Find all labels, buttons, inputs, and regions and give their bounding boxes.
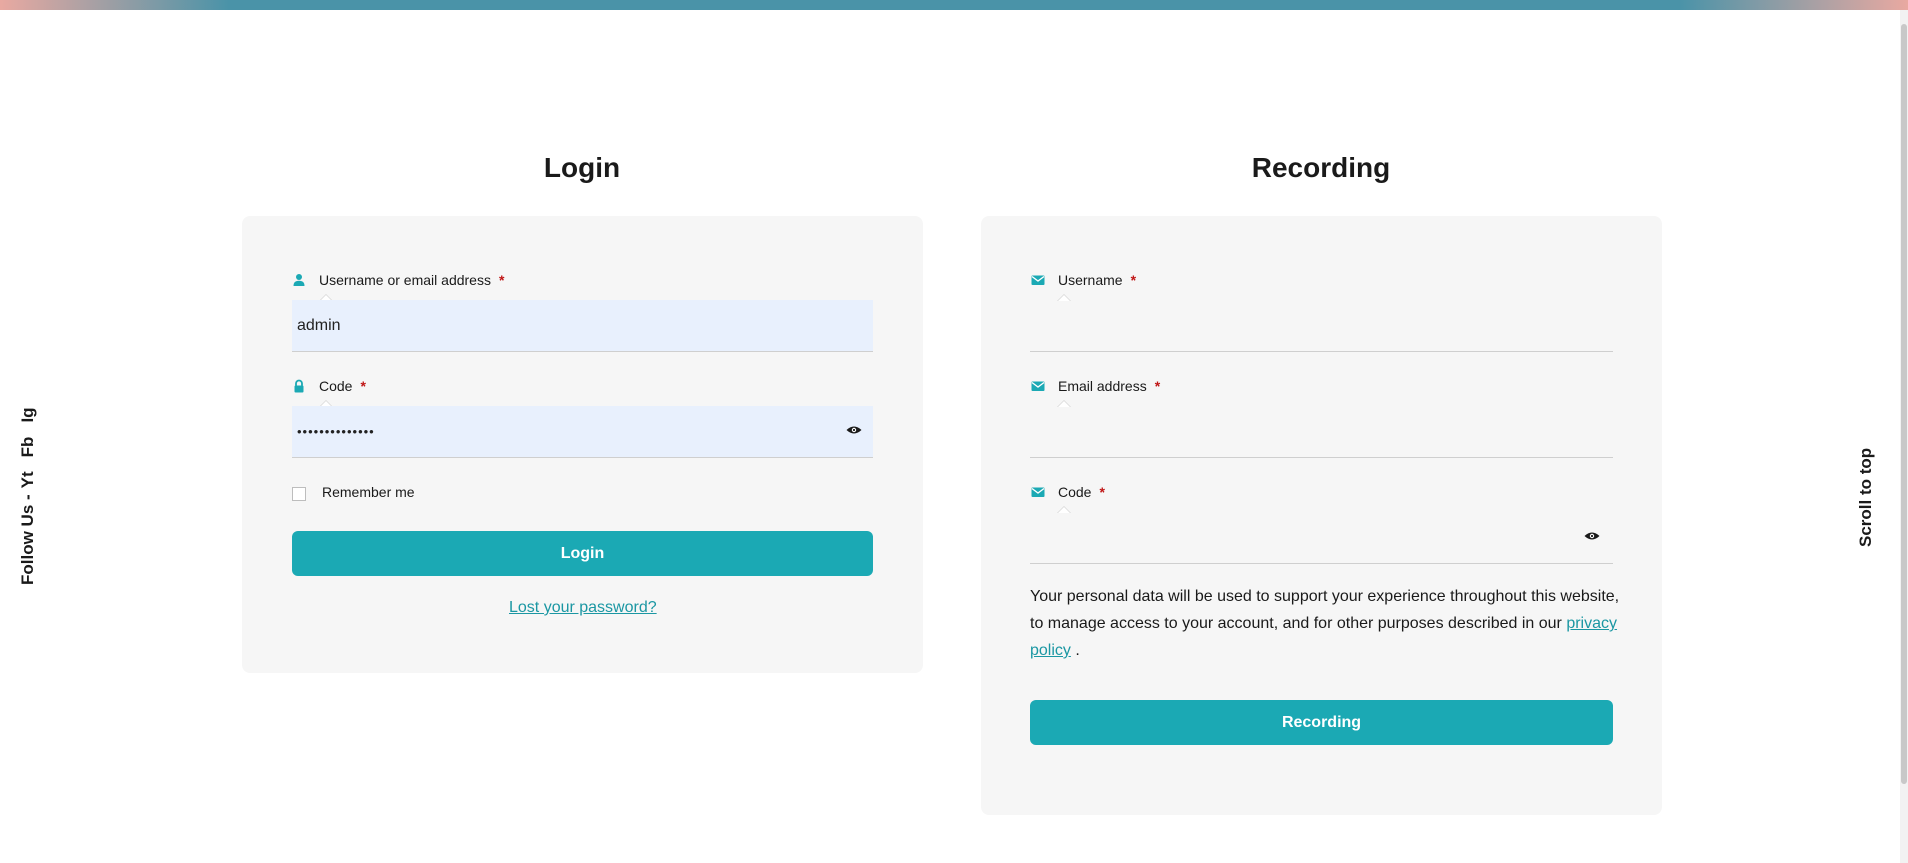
top-gradient-bar	[0, 0, 1908, 10]
scroll-to-top-button[interactable]: Scroll to top	[1852, 445, 1882, 555]
login-title: Login	[543, 152, 621, 183]
social-link-instagram[interactable]: Ig	[18, 407, 38, 422]
recording-password-label: Code *	[1031, 484, 1105, 500]
recording-password-input[interactable]	[1030, 512, 1613, 564]
privacy-text-end: .	[1075, 642, 1080, 659]
user-icon	[293, 274, 305, 286]
required-mark: *	[360, 378, 366, 394]
required-mark: *	[1154, 378, 1161, 394]
remember-me-checkbox[interactable]	[292, 487, 306, 501]
recording-email-input[interactable]	[1030, 406, 1613, 458]
login-username-label: Username or email address *	[292, 272, 504, 288]
login-password-label-text: Code	[319, 378, 353, 394]
lock-icon	[294, 379, 304, 393]
remember-me-label: Remember me	[322, 484, 415, 500]
login-password-label: Code *	[292, 378, 366, 394]
required-mark: *	[1130, 272, 1137, 288]
login-username-label-text: Username or email address	[319, 272, 491, 288]
required-mark: *	[1099, 484, 1105, 500]
recording-button[interactable]: Recording	[1030, 700, 1613, 745]
social-follow-rail: Follow Us - Yt Fb Ig	[10, 395, 54, 595]
scroll-to-top-label: Scroll to top	[1856, 447, 1875, 547]
eye-icon[interactable]	[846, 425, 862, 435]
recording-email-label-text: Email address	[1058, 378, 1147, 394]
envelope-icon	[1031, 487, 1045, 497]
scrollbar-track[interactable]	[1900, 10, 1908, 863]
recording-username-label: Username *	[1031, 272, 1136, 288]
envelope-icon	[1031, 381, 1045, 391]
recording-password-label-text: Code	[1058, 484, 1092, 500]
login-password-input[interactable]	[292, 406, 873, 458]
lost-password-link[interactable]: Lost your password?	[509, 599, 657, 617]
required-mark: *	[498, 272, 505, 288]
envelope-icon	[1031, 275, 1045, 285]
social-link-youtube[interactable]: Yt	[18, 471, 38, 488]
login-username-input[interactable]	[292, 300, 873, 352]
recording-username-input[interactable]	[1030, 300, 1613, 352]
scrollbar-thumb[interactable]	[1901, 24, 1907, 784]
follow-us-label: Follow Us -	[18, 494, 37, 585]
privacy-notice: Your personal data will be used to suppo…	[1030, 583, 1620, 664]
recording-title: Recording	[1251, 152, 1391, 183]
eye-icon[interactable]	[1584, 531, 1600, 541]
recording-username-label-text: Username	[1058, 272, 1123, 288]
recording-email-label: Email address *	[1031, 378, 1160, 394]
login-button[interactable]: Login	[292, 531, 873, 576]
privacy-text: Your personal data will be used to suppo…	[1030, 588, 1620, 632]
social-link-facebook[interactable]: Fb	[18, 437, 38, 458]
